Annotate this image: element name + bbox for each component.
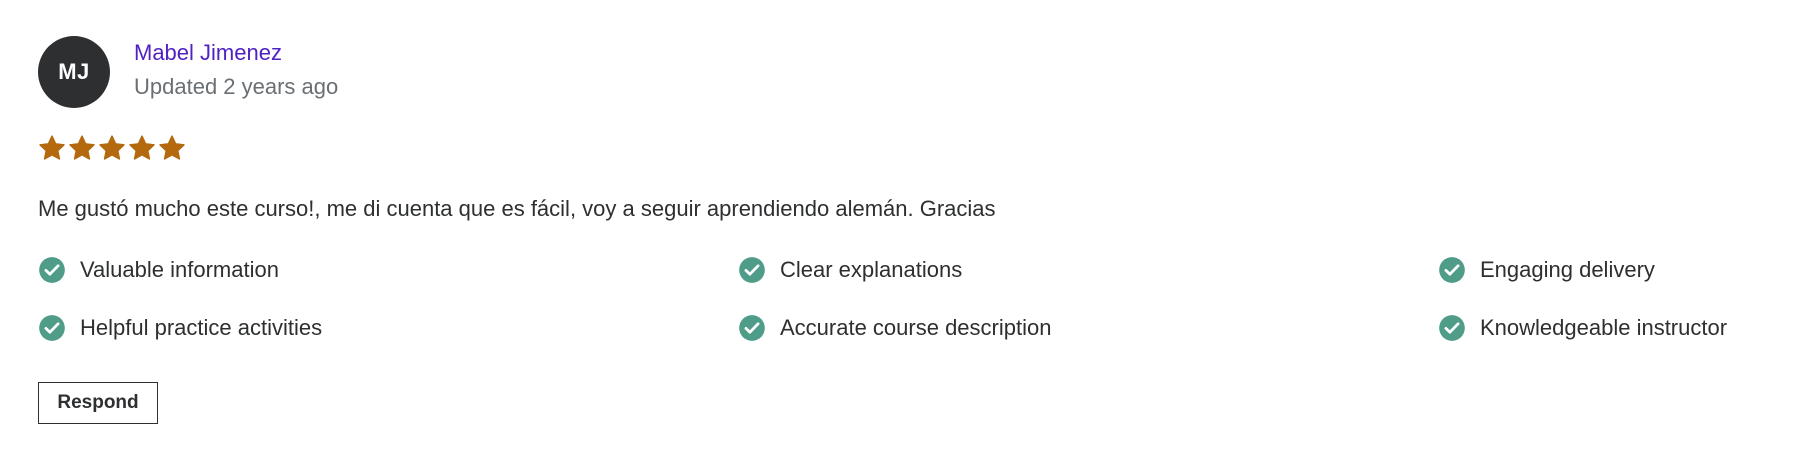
review-tags: Valuable information Clear explanations … — [38, 254, 1798, 344]
review-comment: Me gustó mucho este curso!, me di cuenta… — [38, 196, 996, 221]
tag-label: Valuable information — [80, 257, 279, 282]
tag-item: Knowledgeable instructor — [1438, 312, 1798, 344]
tag-label: Helpful practice activities — [80, 315, 323, 340]
check-circle-icon — [1438, 256, 1466, 284]
tag-item: Valuable information — [38, 254, 738, 286]
review-header: MJ Mabel Jimenez Updated 2 years ago — [38, 36, 1798, 108]
tag-item: Engaging delivery — [1438, 254, 1798, 286]
tag-label: Accurate course description — [780, 315, 1052, 340]
check-circle-icon — [738, 256, 766, 284]
star-icon — [38, 134, 66, 162]
avatar: MJ — [38, 36, 110, 108]
tag-item: Clear explanations — [738, 254, 1438, 286]
updated-timestamp: Updated 2 years ago — [134, 74, 339, 99]
tag-item: Accurate course description — [738, 312, 1438, 344]
tag-label: Knowledgeable instructor — [1480, 315, 1728, 340]
check-circle-icon — [38, 314, 66, 342]
respond-button[interactable]: Respond — [38, 382, 158, 424]
reviewer-name-link[interactable]: Mabel Jimenez — [134, 40, 338, 66]
star-icon — [158, 134, 186, 162]
tag-item: Helpful practice activities — [38, 312, 738, 344]
star-icon — [68, 134, 96, 162]
check-circle-icon — [38, 256, 66, 284]
star-rating — [38, 132, 1798, 164]
review-card: MJ Mabel Jimenez Updated 2 years ago Me … — [38, 36, 1798, 424]
reviewer-meta: Mabel Jimenez Updated 2 years ago — [134, 40, 338, 100]
tag-label: Engaging delivery — [1480, 257, 1655, 282]
star-icon — [128, 134, 156, 162]
star-icon — [98, 134, 126, 162]
check-circle-icon — [738, 314, 766, 342]
tag-label: Clear explanations — [780, 257, 963, 282]
check-circle-icon — [1438, 314, 1466, 342]
